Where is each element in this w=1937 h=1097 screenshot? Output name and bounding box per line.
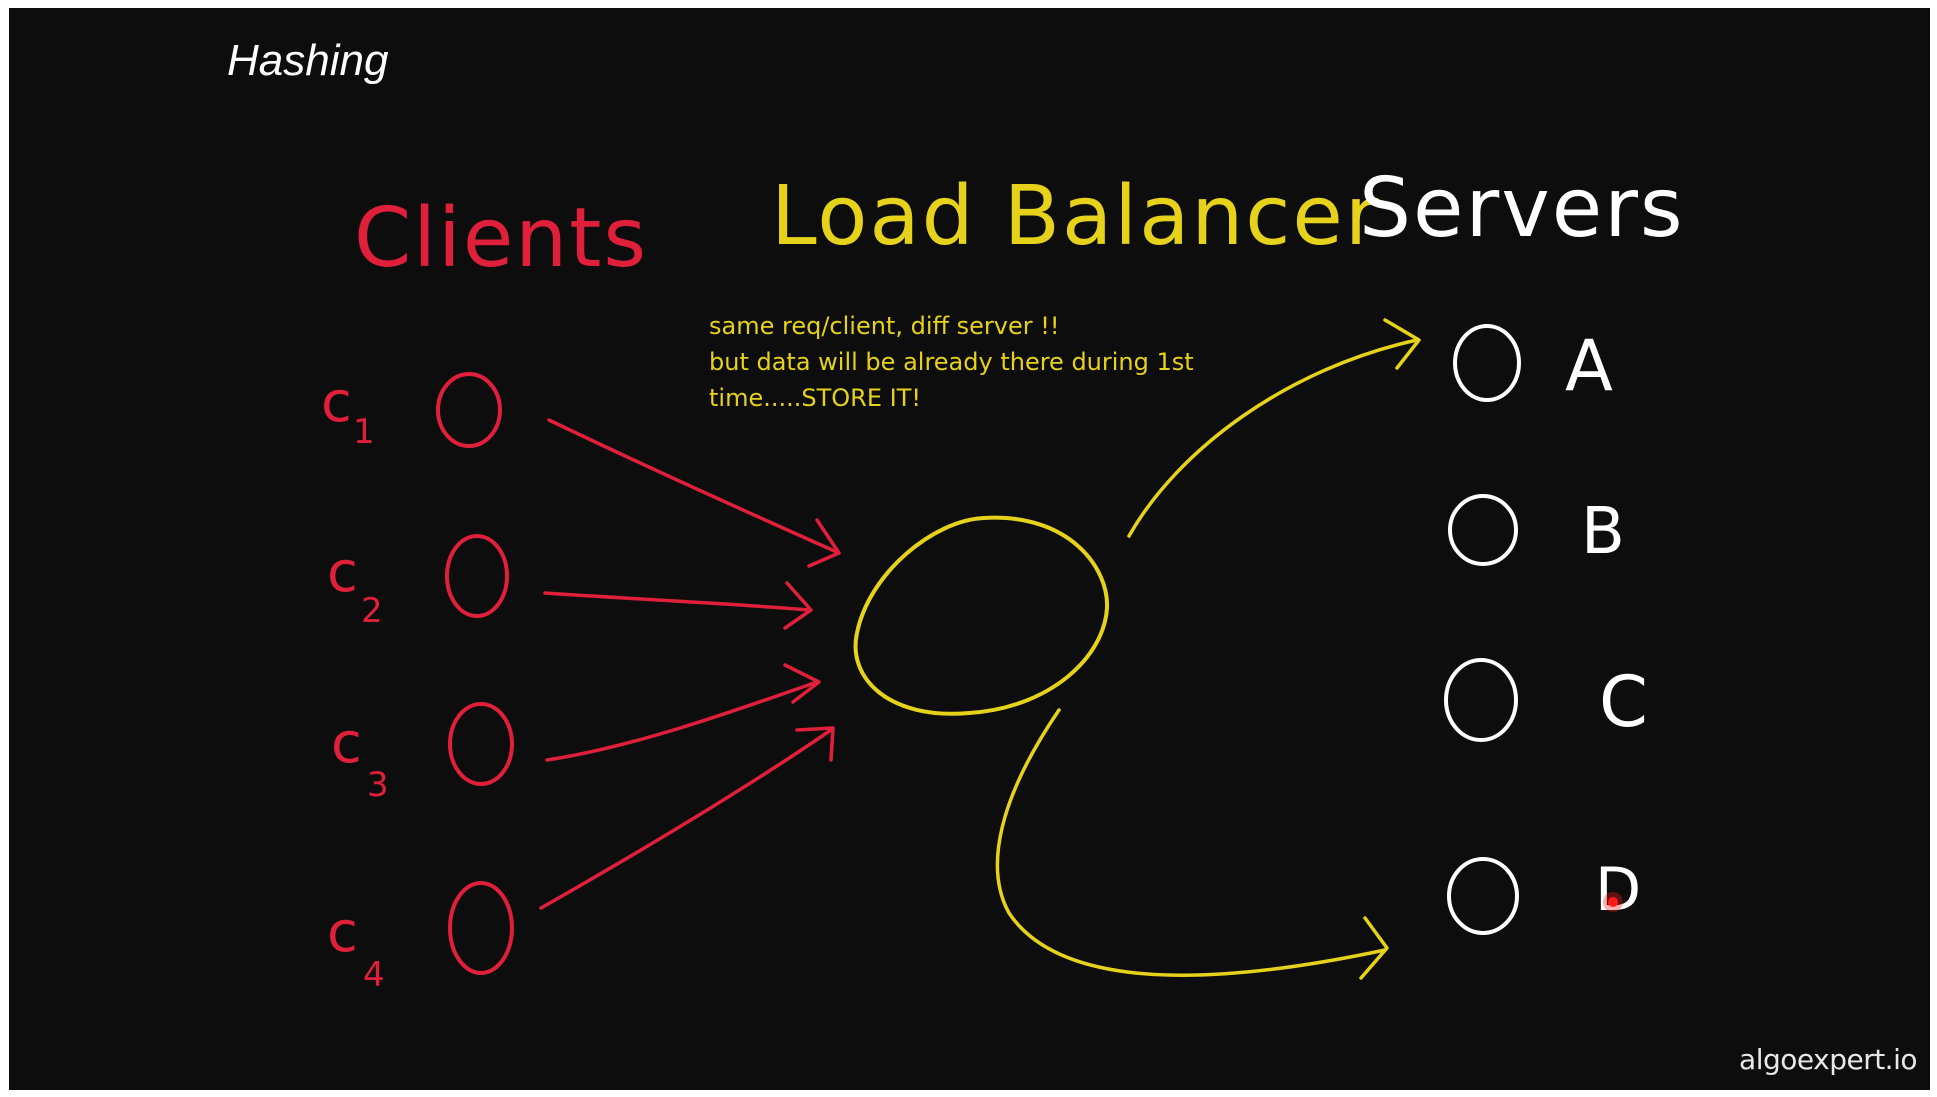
svg-text:3: 3	[367, 765, 389, 805]
server-label-a: A	[1565, 325, 1613, 407]
svg-text:c: c	[331, 711, 362, 776]
note-line-2: but data will be already there during 1s…	[709, 348, 1194, 376]
svg-text:c: c	[327, 900, 358, 965]
client-node-3	[448, 702, 514, 786]
load-balancer-node	[853, 515, 1110, 716]
servers-heading: Servers	[1359, 161, 1685, 256]
page-title: Hashing	[227, 36, 389, 85]
client-label-2: c 2	[327, 540, 383, 631]
watermark: algoexpert.io	[1739, 1043, 1917, 1076]
client-node-2	[445, 534, 509, 618]
clients-heading: Clients	[354, 191, 648, 286]
diagram-canvas: Clients Load Balancer Servers c 1 c 2 c …	[321, 161, 1685, 995]
server-node-c	[1444, 658, 1518, 742]
note-line-3: time.....STORE IT!	[709, 384, 921, 412]
svg-text:c: c	[327, 540, 358, 605]
load-balancer-heading: Load Balancer	[771, 169, 1381, 264]
server-node-b	[1448, 494, 1518, 566]
arrow-lb-to-server-d	[995, 708, 1389, 980]
server-label-d: D	[1595, 855, 1641, 925]
arrow-client1-to-lb	[547, 418, 841, 568]
arrow-client3-to-lb	[545, 663, 821, 762]
client-node-1	[436, 372, 502, 448]
client-label-4: c 4	[327, 900, 385, 995]
whiteboard-frame: Clients Load Balancer Servers c 1 c 2 c …	[9, 8, 1930, 1090]
server-node-a	[1453, 324, 1521, 402]
client-label-1: c 1	[321, 370, 375, 452]
server-label-b: B	[1581, 495, 1625, 569]
client-label-3: c 3	[331, 711, 389, 805]
server-label-c: C	[1599, 661, 1648, 743]
client-node-4	[448, 881, 514, 975]
note-line-1: same req/client, diff server !!	[709, 312, 1060, 340]
svg-text:4: 4	[363, 955, 385, 995]
arrow-client2-to-lb	[543, 581, 813, 630]
server-node-d	[1447, 857, 1519, 935]
svg-text:1: 1	[353, 412, 375, 452]
arrow-client4-to-lb	[539, 726, 835, 910]
svg-text:c: c	[321, 370, 352, 435]
annotation-note: same req/client, diff server !! but data…	[709, 308, 1194, 416]
laser-pointer	[1603, 892, 1623, 912]
svg-text:2: 2	[361, 591, 383, 631]
